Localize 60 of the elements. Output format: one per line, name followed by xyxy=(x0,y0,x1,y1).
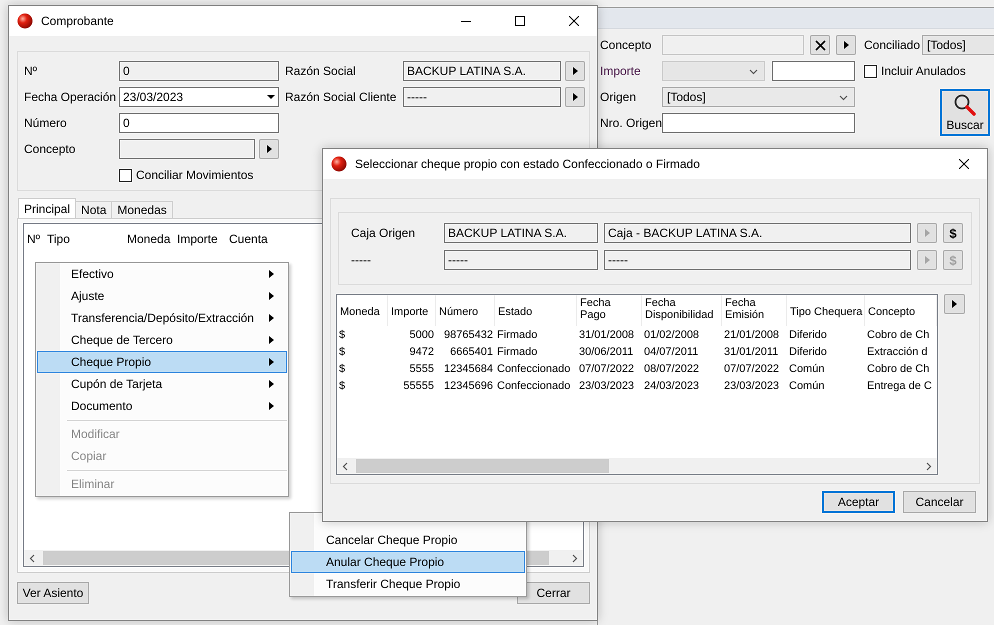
field-label: Razón Social Cliente xyxy=(285,90,398,104)
table-cell-text: 9472 xyxy=(408,346,435,358)
table-cell-text: 07/07/2022 xyxy=(578,362,636,374)
field-label: Fecha Operación xyxy=(24,90,118,104)
table-cell-text: Cobro de Ch xyxy=(866,328,930,340)
table-cell-text: 55555 xyxy=(402,380,435,392)
table-cell-text: $ xyxy=(338,328,346,340)
field-label: Caja Origen xyxy=(351,226,416,240)
table-cell-text: 31/01/2008 xyxy=(578,328,636,340)
table-cell-text: 12345696 xyxy=(443,380,494,392)
lookup-field: ----- xyxy=(403,87,561,107)
table-cell-text: Entrega de C xyxy=(866,380,933,392)
table-cell-text: Extracción d xyxy=(866,346,929,358)
field-label: ----- xyxy=(351,253,372,267)
table-cell-text: 23/03/2023 xyxy=(578,380,636,392)
table-cell-text: 12345684 xyxy=(443,362,494,374)
table-cell-text: Firmado xyxy=(496,328,538,340)
window-title: Comprobante xyxy=(41,14,115,28)
field-label: Origen xyxy=(600,90,638,104)
table-cell-text: Diferido xyxy=(788,328,828,340)
table-cell-text: $ xyxy=(338,380,346,392)
table-cell-text: 07/07/2022 xyxy=(723,362,780,374)
table-cell-text: Firmado xyxy=(496,346,538,358)
checkbox-label: Incluir Anulados xyxy=(881,64,966,78)
company-field: ----- xyxy=(444,250,598,270)
readonly-field: 0 xyxy=(119,61,279,81)
table-cell-text: Común xyxy=(788,362,826,374)
field-label: Nro. Origen xyxy=(600,116,662,130)
field-label: Nº xyxy=(24,64,38,78)
checkbox-label: Conciliar Movimientos xyxy=(136,168,254,182)
account-field: Caja - BACKUP LATINA S.A. xyxy=(604,223,911,243)
table-cell-text: 5000 xyxy=(408,328,435,340)
field-label: Importe xyxy=(600,64,642,78)
table-cell-text: 08/07/2022 xyxy=(643,362,700,374)
table-cell-text: Confeccionado xyxy=(496,380,572,392)
table-cell-text: 6665401 xyxy=(449,346,494,358)
table-cell-text: 5555 xyxy=(408,362,435,374)
field-label: Conciliado xyxy=(864,38,920,52)
table-cell-text: Común xyxy=(788,380,826,392)
table-cell-text: 30/06/2011 xyxy=(578,346,634,358)
table-cell-text: 23/03/2023 xyxy=(723,380,780,392)
table-cell-text: 31/01/2011 xyxy=(723,346,780,358)
table-cell-text: $ xyxy=(338,362,346,374)
table-cell-text: Cobro de Ch xyxy=(866,362,930,374)
table-cell-text: Diferido xyxy=(788,346,828,358)
table-cell-text: 21/01/2008 xyxy=(723,328,780,340)
table-cell-text: 24/03/2023 xyxy=(643,380,700,392)
field-label: Razón Social xyxy=(285,64,357,78)
field-label: Número xyxy=(24,116,68,130)
table-cell-text: 98765432 xyxy=(443,328,494,340)
table-cell-text: 04/07/2011 xyxy=(643,346,700,358)
table-cell-text: Confeccionado xyxy=(496,362,572,374)
field-label: Concepto xyxy=(600,38,652,52)
table-cell-text: $ xyxy=(338,346,346,358)
lookup-field: BACKUP LATINA S.A. xyxy=(403,61,561,81)
table-cell-text: 01/02/2008 xyxy=(643,328,700,340)
field-label: Concepto xyxy=(24,142,76,156)
company-field: BACKUP LATINA S.A. xyxy=(444,223,598,243)
account-field: ----- xyxy=(604,250,911,270)
dialog-title: Seleccionar cheque propio con estado Confeccionado o Firmado xyxy=(355,157,701,171)
